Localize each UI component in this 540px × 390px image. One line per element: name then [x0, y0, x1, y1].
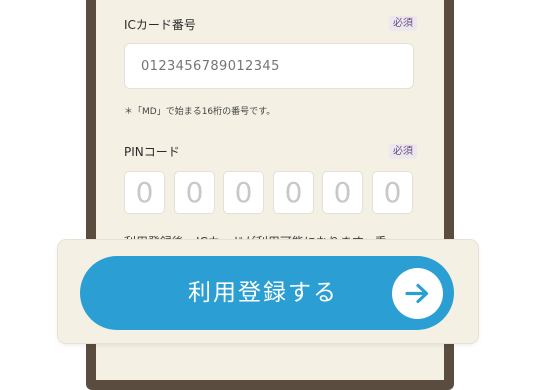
pin-digit-1[interactable]: 0: [124, 171, 165, 214]
register-button[interactable]: 利用登録する: [80, 256, 454, 330]
ic-card-label: ICカード番号: [124, 18, 196, 32]
pin-digit-5[interactable]: 0: [322, 171, 363, 214]
ic-card-note: ＊「MD」で始まる16桁の番号です。: [124, 107, 276, 117]
ic-card-input[interactable]: [124, 43, 414, 89]
pin-digit-6[interactable]: 0: [372, 171, 413, 214]
pin-digit-4[interactable]: 0: [273, 171, 314, 214]
pin-digit-2[interactable]: 0: [174, 171, 215, 214]
arrow-right-icon: [392, 268, 443, 319]
pin-label: PINコード: [124, 145, 180, 159]
pin-digit-3[interactable]: 0: [223, 171, 264, 214]
pin-required-badge: 必須: [389, 144, 417, 159]
ic-card-required-badge: 必須: [389, 16, 417, 31]
register-button-label: 利用登録する: [188, 280, 338, 306]
